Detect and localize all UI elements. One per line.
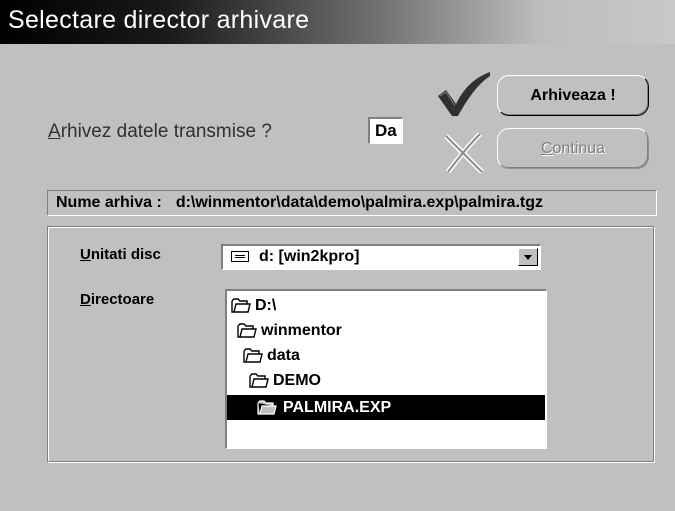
question-text: rhivez datele transmise ?	[60, 121, 272, 142]
archive-name-label: Nume arhiva :	[56, 194, 162, 211]
archive-question-label: Arhivez datele transmise ?	[48, 121, 272, 143]
x-icon	[444, 132, 484, 174]
title-bar: Selectare director arhivare	[0, 0, 675, 44]
drives-accel-letter: U	[80, 246, 91, 263]
directory-list[interactable]: D:\ winmentor data DEMO PALMIRA.EXP	[225, 289, 547, 449]
directory-item-label: data	[267, 347, 300, 364]
archive-path: d:\winmentor\data\demo\palmira.exp\palmi…	[175, 194, 543, 211]
drive-icon	[231, 251, 249, 262]
directory-item-label: D:\	[255, 297, 277, 314]
window-title: Selectare director arhivare	[8, 6, 310, 34]
folder-icon	[249, 373, 269, 388]
drives-label: Unitati disc	[80, 246, 161, 263]
continue-accel-letter: C	[540, 140, 553, 157]
folder-icon	[237, 323, 257, 338]
directory-item-label: winmentor	[261, 322, 342, 339]
directories-accel-letter: D	[80, 291, 91, 308]
folder-open-icon	[257, 400, 277, 415]
folder-icon	[243, 348, 263, 363]
directory-item-label: PALMIRA.EXP	[283, 399, 392, 416]
check-icon	[438, 72, 490, 116]
question-accel-letter: A	[48, 121, 61, 142]
directories-label: Directoare	[80, 291, 154, 308]
drives-label-text: nitati disc	[90, 246, 161, 263]
chevron-down-icon[interactable]	[518, 248, 538, 266]
archive-name-bar: Nume arhiva : d:\winmentor\data\demo\palm…	[47, 190, 657, 216]
continue-button[interactable]: Continua	[497, 128, 649, 169]
folder-icon	[231, 298, 251, 313]
directory-item-selected[interactable]: PALMIRA.EXP	[227, 395, 545, 420]
archive-button[interactable]: Arhiveaza !	[497, 75, 649, 116]
drive-select[interactable]: d: [win2kpro]	[221, 244, 541, 270]
archive-answer-field[interactable]: Da	[368, 117, 403, 144]
continue-label: ontinua	[552, 140, 606, 157]
drive-selected-value: d: [win2kpro]	[259, 248, 360, 265]
directories-label-text: irectoare	[90, 291, 155, 308]
directory-item-label: DEMO	[273, 372, 321, 389]
